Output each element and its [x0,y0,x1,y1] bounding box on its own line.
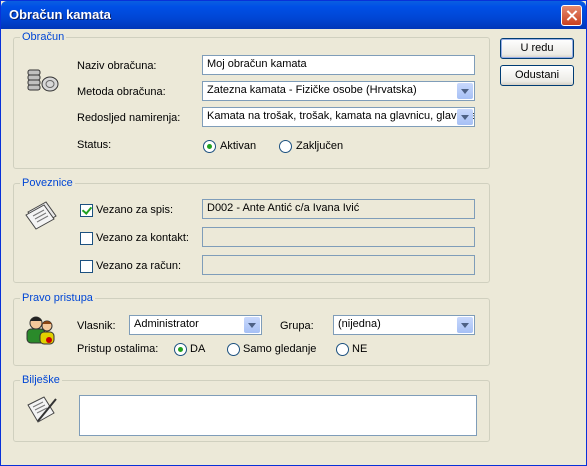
redoslijed-select[interactable]: Kamata na trošak, trošak, kamata na glav… [202,107,475,127]
naziv-input[interactable]: Moj obračun kamata [202,55,475,75]
kontakt-checkbox[interactable] [80,232,93,245]
pristup-samo-gledanje-label[interactable]: Samo gledanje [243,343,316,355]
grupa-label: Grupa: [280,320,314,332]
chevron-down-icon[interactable] [244,317,260,333]
legend-obracun: Obračun [20,31,67,43]
vlasnik-select[interactable]: Administrator [129,315,262,335]
vlasnik-label: Vlasnik: [77,320,116,332]
window-title: Obračun kamata [9,7,111,22]
status-label: Status: [77,139,112,151]
title-bar[interactable]: Obračun kamata [1,1,586,29]
legend-biljeske: Bilješke [20,374,62,386]
racun-input[interactable] [202,255,475,275]
pristup-label: Pristup ostalima: [77,343,159,355]
legend-pravo-pristupa: Pravo pristupa [20,292,95,304]
status-zakljucen-label[interactable]: Zaključen [296,140,343,152]
coins-icon [27,69,59,92]
grupa-value: (nijedna) [338,318,381,330]
pristup-ne-radio[interactable] [336,343,349,356]
status-aktivan-label[interactable]: Aktivan [220,140,256,152]
pristup-da-label[interactable]: DA [190,343,205,355]
chevron-down-icon[interactable] [457,83,473,99]
redoslijed-label: Redosljed namirenja: [77,112,181,124]
metoda-label: Metoda obračuna: [77,86,166,98]
cancel-button[interactable]: Odustani [500,65,574,86]
metoda-select[interactable]: Zatezna kamata - Fizičke osobe (Hrvatska… [202,81,475,101]
metoda-value: Zatezna kamata - Fizičke osobe (Hrvatska… [207,84,417,96]
dialog-window: Obračun kamata Obračun Naziv obračuna: M… [0,0,587,466]
group-biljeske: Bilješke [13,374,490,442]
naziv-label: Naziv obračuna: [77,60,157,72]
dialog-body: Obračun Naziv obračuna: Moj obračun kama… [4,29,583,463]
vlasnik-value: Administrator [134,318,199,330]
status-aktivan-radio[interactable] [203,140,216,153]
biljeske-textarea[interactable] [79,395,477,436]
chevron-down-icon[interactable] [457,317,473,333]
pristup-samo-gledanje-radio[interactable] [227,343,240,356]
ok-button[interactable]: U redu [500,38,574,59]
spis-input[interactable]: D002 - Ante Antić c/a Ivana Ivić [202,199,475,219]
pristup-da-radio[interactable] [174,343,187,356]
close-icon[interactable] [561,5,582,26]
documents-icon [25,201,57,230]
notes-icon [27,396,57,423]
group-pravo-pristupa: Pravo pristupa Vlasnik: Administrator Gr… [13,292,490,366]
group-obracun: Obračun Naziv obračuna: Moj obračun kama… [13,31,490,169]
racun-checkbox[interactable] [80,260,93,273]
users-icon [26,316,55,345]
group-poveznice: Poveznice Vezano za spis: D002 - Ante An… [13,177,490,283]
redoslijed-value: Kamata na trošak, trošak, kamata na glav… [207,110,475,122]
chevron-down-icon[interactable] [457,109,473,125]
pristup-ne-label[interactable]: NE [352,343,367,355]
kontakt-input[interactable] [202,227,475,247]
racun-label[interactable]: Vezano za račun: [96,260,181,272]
status-zakljucen-radio[interactable] [279,140,292,153]
kontakt-label[interactable]: Vezano za kontakt: [96,232,189,244]
legend-poveznice: Poveznice [20,177,75,189]
grupa-select[interactable]: (nijedna) [333,315,475,335]
spis-label[interactable]: Vezano za spis: [96,204,173,216]
spis-checkbox[interactable] [80,204,93,217]
